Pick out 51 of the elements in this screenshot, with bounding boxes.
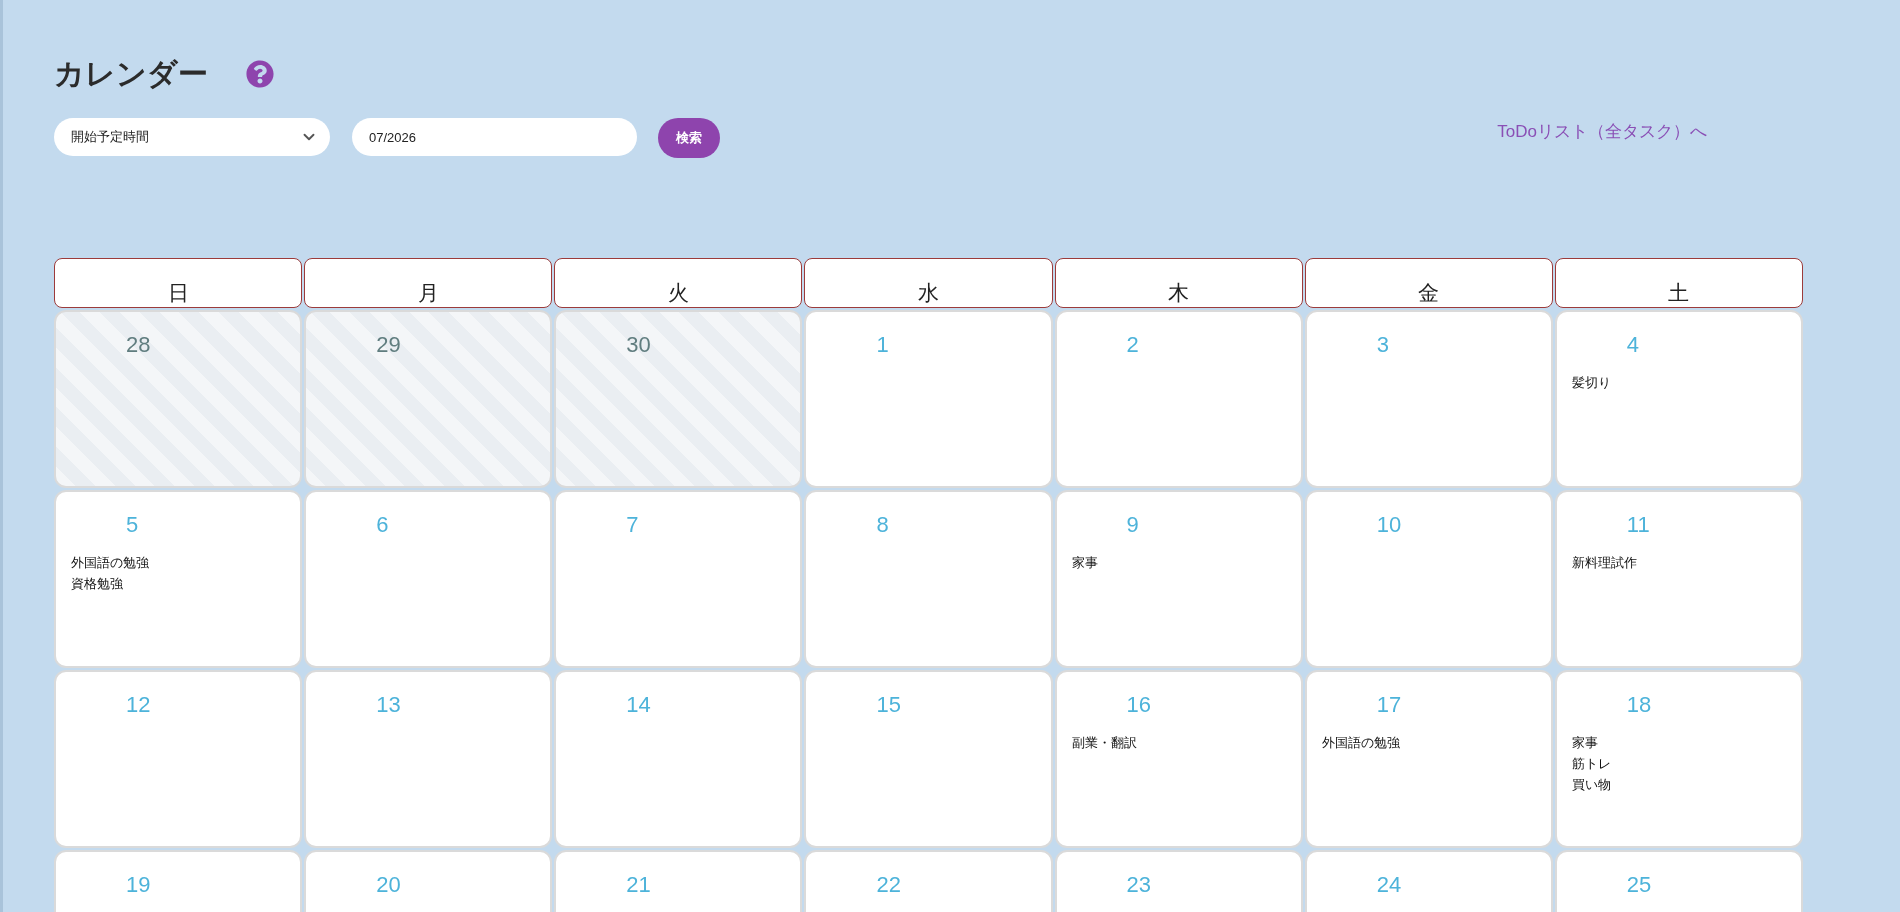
day-number: 4 <box>1626 331 1640 359</box>
weekday-header: 土 <box>1554 258 1803 308</box>
event-label: 家事 <box>1071 554 1098 572</box>
day-number: 8 <box>876 511 889 539</box>
weekday-header: 木 <box>1054 258 1303 308</box>
day-number: 7 <box>626 511 639 539</box>
event-label: 家事 <box>1571 734 1598 752</box>
day-number: 28 <box>126 331 151 359</box>
weekday-header: 日 <box>54 258 303 308</box>
day-number: 11 <box>1626 511 1650 539</box>
day-number: 21 <box>626 871 651 899</box>
day-number: 9 <box>1126 511 1139 539</box>
search-button[interactable]: 検索 <box>658 118 720 158</box>
help-icon[interactable] <box>246 60 274 88</box>
day-number: 16 <box>1126 691 1152 719</box>
event-label: 副業・翻訳 <box>1071 734 1137 752</box>
day-number: 20 <box>376 871 401 899</box>
day-number: 30 <box>626 331 651 359</box>
day-number: 22 <box>876 871 901 899</box>
weekday-header: 水 <box>804 258 1053 308</box>
event-label: 資格勉強 <box>71 575 123 593</box>
weekday-header: 月 <box>304 258 553 308</box>
day-number: 29 <box>376 331 401 359</box>
day-number: 1 <box>876 331 889 359</box>
day-number: 25 <box>1626 871 1652 899</box>
day-number: 14 <box>626 691 651 719</box>
day-number: 24 <box>1376 871 1402 899</box>
day-number: 13 <box>376 691 401 719</box>
event-label: 外国語の勉強 <box>1321 734 1400 752</box>
weekday-header: 金 <box>1304 258 1553 308</box>
event-label: 筋トレ <box>1571 755 1611 773</box>
weekday-header: 火 <box>554 258 803 308</box>
day-number: 6 <box>376 511 389 539</box>
sort-select[interactable]: 開始予定時間 <box>54 118 330 156</box>
month-field[interactable]: 07/2026 <box>352 118 637 156</box>
day-number: 18 <box>1626 691 1652 719</box>
todo-list-link[interactable]: ToDoリスト（全タスク）へ <box>1497 120 1707 144</box>
day-number: 23 <box>1126 871 1152 899</box>
day-number: 3 <box>1376 331 1389 359</box>
day-number: 19 <box>126 871 151 899</box>
day-number: 12 <box>126 691 151 719</box>
day-number: 15 <box>876 691 901 719</box>
event-label: 新料理試作 <box>1571 554 1637 572</box>
day-number: 2 <box>1126 331 1139 359</box>
day-number: 17 <box>1376 691 1402 719</box>
event-label: 髪切り <box>1571 374 1611 392</box>
day-number: 10 <box>1376 511 1402 539</box>
day-number: 5 <box>126 511 139 539</box>
event-label: 買い物 <box>1571 776 1611 794</box>
event-label: 外国語の勉強 <box>71 554 149 572</box>
page-title: カレンダー <box>54 56 208 92</box>
